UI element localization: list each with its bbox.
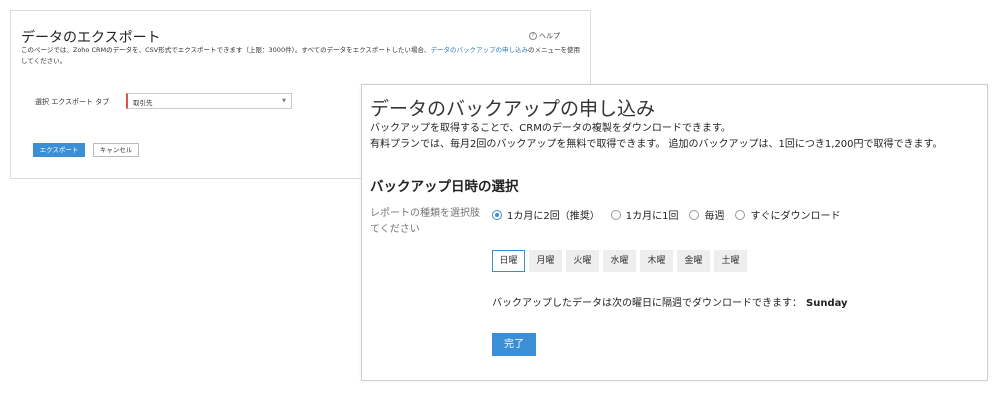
radio-option-download-now[interactable]: すぐにダウンロード [735, 207, 840, 222]
backup-note-text: バックアップしたデータは次の曜日に隔週でダウンロードできます： [492, 298, 802, 309]
radio-label: すぐにダウンロード [750, 211, 841, 222]
radio-option-weekly[interactable]: 毎週 [689, 207, 724, 222]
export-type-label: 選択 エクスポート タブ [35, 98, 110, 106]
radio-option-monthly[interactable]: 1カ月に1回 [610, 207, 679, 222]
backup-description-line-1: バックアップを取得することで、CRMのデータの複製をダウンロードできます。 [370, 123, 731, 134]
backup-page-title: データのバックアップの申し込み [370, 98, 656, 120]
done-button[interactable]: 完了 [492, 333, 536, 356]
radio-label: 1カ月に2回（推奨） [507, 211, 600, 222]
backup-request-link[interactable]: データのバックアップの申し込み [430, 46, 528, 54]
radio-option-twice-monthly[interactable]: 1カ月に2回（推奨） [492, 207, 600, 222]
chevron-down-icon: ▼ [282, 98, 286, 104]
help-link[interactable]: ? ヘルプ [529, 31, 560, 41]
backup-panel: データのバックアップの申し込み バックアップを取得することで、CRMのデータの複… [361, 84, 988, 381]
radio-label: 毎週 [704, 211, 725, 222]
day-button-thursday[interactable]: 木曜 [640, 250, 673, 272]
radio-button[interactable] [610, 209, 621, 220]
export-type-value: 取引先 [133, 99, 153, 107]
backup-description-line-2: 有料プランでは、毎月2回のバックアップを無料で取得できます。 追加のバックアップ… [370, 139, 943, 150]
backup-schedule-title: バックアップ日時の選択 [370, 179, 519, 195]
day-button-wednesday[interactable]: 水曜 [603, 250, 636, 272]
backup-description: バックアップを取得することで、CRMのデータの複製をダウンロードできます。 有料… [370, 121, 943, 153]
report-type-label: レポートの種類を選択肢てください [370, 208, 480, 235]
radio-button[interactable] [735, 209, 746, 220]
weekday-selector: 日曜 月曜 火曜 水曜 木曜 金曜 土曜 [492, 250, 747, 272]
radio-button[interactable] [492, 209, 502, 220]
day-button-sunday[interactable]: 日曜 [492, 250, 525, 272]
help-label: ヘルプ [539, 32, 560, 40]
day-button-monday[interactable]: 月曜 [529, 250, 562, 272]
radio-label: 1カ月に1回 [625, 211, 679, 222]
export-description: このページでは、Zoho CRMのデータを、CSV形式でエクスポートできます（上… [21, 45, 581, 67]
day-button-saturday[interactable]: 土曜 [714, 250, 747, 272]
backup-note-day: Sunday [806, 298, 848, 309]
export-page-title: データのエクスポート [21, 30, 161, 46]
export-button[interactable]: エクスポート [33, 143, 85, 157]
cancel-button[interactable]: キャンセル [93, 143, 139, 157]
day-button-friday[interactable]: 金曜 [677, 250, 710, 272]
radio-button[interactable] [689, 209, 700, 220]
export-description-prefix: このページでは、Zoho CRMのデータを、CSV形式でエクスポートできます（上… [21, 46, 431, 54]
export-type-select[interactable]: 取引先 ▼ [126, 93, 292, 109]
backup-schedule-note: バックアップしたデータは次の曜日に隔週でダウンロードできます： Sunday [492, 294, 848, 309]
frequency-radio-group: 1カ月に2回（推奨） 1カ月に1回 毎週 すぐにダウンロード [492, 207, 851, 222]
day-button-tuesday[interactable]: 火曜 [566, 250, 599, 272]
help-icon: ? [529, 32, 537, 40]
